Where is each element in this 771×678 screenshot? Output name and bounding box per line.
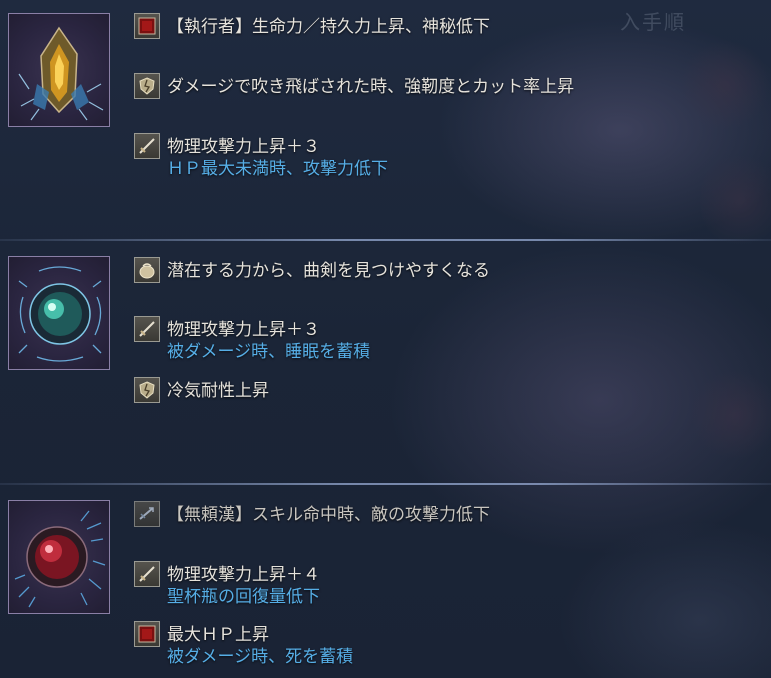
sword-icon: [134, 133, 160, 159]
shield-cracked-icon: [134, 377, 160, 403]
relic-slot-1[interactable]: [8, 13, 110, 127]
effect-text: 【無頼漢】スキル命中時、敵の攻撃力低下: [167, 505, 490, 525]
background-orb: [690, 370, 771, 460]
effect-text: 物理攻撃力上昇＋３: [167, 137, 320, 157]
effect-drawback-text: 被ダメージ時、死を蓄積: [167, 647, 354, 667]
background-orb: [700, 150, 771, 250]
effect-text: 潜在する力から、曲剣を見つけやすくなる: [167, 261, 490, 281]
red-square-icon: [134, 621, 160, 647]
effect-text: 冷気耐性上昇: [167, 381, 269, 401]
relic-slot-2[interactable]: [8, 256, 110, 370]
effect-text: 【執行者】生命力／持久力上昇、神秘低下: [167, 17, 490, 37]
red-square-icon: [134, 13, 160, 39]
section-divider: [0, 239, 771, 241]
effect-drawback-text: 被ダメージ時、睡眠を蓄積: [167, 342, 371, 362]
effect-drawback-text: ＨＰ最大未満時、攻撃力低下: [167, 159, 388, 179]
teal-orb-relic-icon: [18, 266, 102, 362]
shield-cracked-icon: [134, 73, 160, 99]
background-orb: [680, 40, 770, 130]
sort-order-label: 入手順: [620, 10, 686, 34]
sword-icon: [134, 561, 160, 587]
effect-text: 最大ＨＰ上昇: [167, 625, 269, 645]
section-divider: [0, 483, 771, 485]
effect-drawback-text: 聖杯瓶の回復量低下: [167, 587, 320, 607]
skill-arrow-icon: [134, 501, 160, 527]
effect-text: 物理攻撃力上昇＋４: [167, 565, 320, 585]
sword-icon: [134, 316, 160, 342]
amber-crystal-relic-icon: [18, 26, 104, 121]
effect-text: 物理攻撃力上昇＋３: [167, 320, 320, 340]
effect-text: ダメージで吹き飛ばされた時、強靭度とカット率上昇: [167, 77, 575, 97]
crimson-orb-relic-icon: [14, 510, 106, 608]
relic-slot-3[interactable]: [8, 500, 110, 614]
pouch-icon: [134, 257, 160, 283]
background: [0, 0, 771, 678]
